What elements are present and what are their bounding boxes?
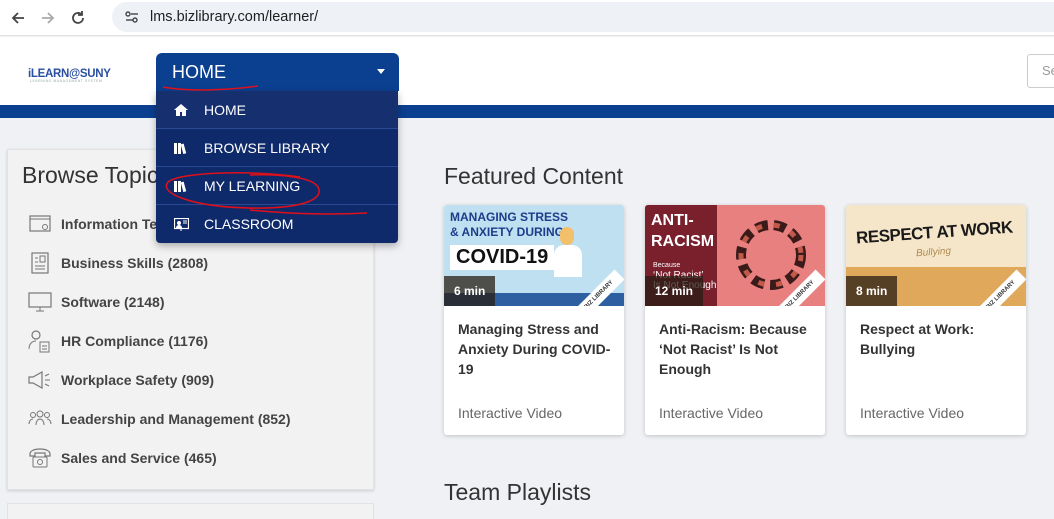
thumb-text: ANTI- (651, 212, 694, 229)
menu-item-label: MY LEARNING (204, 177, 301, 194)
books-icon (173, 141, 189, 155)
menu-item-browse-library[interactable]: BROWSE LIBRARY (156, 129, 398, 167)
main-nav-dropdown[interactable]: HOME (156, 53, 399, 91)
menu-item-classroom[interactable]: CLASSROOM (156, 205, 398, 243)
url-text: lms.bizlibrary.com/learner/ (150, 9, 319, 25)
thumb-text: Bullying (915, 245, 952, 260)
site-info-icon[interactable] (122, 7, 142, 27)
document-icon (28, 251, 52, 275)
person-illustration (554, 245, 582, 277)
thumb-text: & ANXIETY DURING (450, 225, 565, 239)
menu-item-label: CLASSROOM (204, 216, 294, 232)
logo-subtitle: LEARNING MANAGEMENT SYSTEM (30, 79, 103, 83)
thumb-text: RESPECT AT WORK (855, 217, 1014, 248)
card-title[interactable]: Anti-Racism: Because ‘Not Racist’ Is Not… (659, 319, 817, 379)
card-thumbnail: ANTI- RACISM Because ‘Not Racist’ Is Not… (645, 205, 825, 306)
presentation-icon (173, 217, 189, 231)
back-button[interactable] (6, 6, 30, 30)
menu-item-label: BROWSE LIBRARY (204, 139, 330, 156)
browse-topics-title: Browse Topics (22, 162, 170, 188)
caret-down-icon (377, 69, 385, 74)
dropdown-label: HOME (172, 61, 226, 82)
topic-label: HR Compliance (1176) (61, 333, 209, 349)
address-bar[interactable]: lms.bizlibrary.com/learner/ (112, 2, 1054, 32)
content-card[interactable]: ANTI- RACISM Because ‘Not Racist’ Is Not… (645, 205, 825, 435)
thumb-text: COVID-19 (450, 245, 555, 270)
topic-sales-service[interactable]: Sales and Service (465) (28, 445, 217, 471)
thumb-text: MANAGING STRESS (450, 210, 569, 224)
monitor-icon (28, 290, 52, 314)
card-title[interactable]: Respect at Work: Bullying (860, 319, 1018, 359)
topic-leadership-management[interactable]: Leadership and Management (852) (28, 406, 291, 432)
topic-business-skills[interactable]: Business Skills (2808) (28, 250, 208, 276)
topic-hr-compliance[interactable]: HR Compliance (1176) (28, 328, 208, 354)
card-title[interactable]: Managing Stress and Anxiety During COVID… (458, 319, 616, 379)
card-type: Interactive Video (458, 405, 563, 421)
menu-item-label: HOME (204, 101, 246, 118)
reload-icon (72, 10, 84, 24)
topic-label: Sales and Service (465) (61, 450, 217, 466)
books-icon (173, 179, 189, 193)
people-icon (28, 407, 52, 431)
thumb-text: RACISM (651, 233, 715, 250)
topic-label: Business Skills (2808) (61, 255, 209, 271)
card-type: Interactive Video (860, 405, 965, 421)
card-type: Interactive Video (659, 405, 764, 421)
reload-button[interactable] (66, 6, 90, 30)
search-input[interactable]: Se (1027, 54, 1054, 88)
telephone-icon (28, 446, 52, 470)
card-thumbnail: RESPECT AT WORK Bullying BIZ LIBRARY 8 m… (846, 205, 1026, 306)
nav-dropdown-menu: HOME BROWSE LIBRARY MY LEARNING CLASSROO… (156, 91, 398, 243)
duration-badge: 8 min (846, 276, 898, 306)
featured-content-title: Featured Content (444, 163, 624, 189)
megaphone-icon (28, 368, 52, 392)
menu-item-home[interactable]: HOME (156, 91, 398, 129)
duration-badge: 6 min (444, 276, 496, 306)
forward-arrow-icon (42, 11, 55, 24)
duration-badge: 12 min (645, 276, 704, 306)
site-logo[interactable]: iLEARN@SUNY LEARNING MANAGEMENT SYSTEM (28, 64, 111, 86)
team-playlists-title: Team Playlists (444, 479, 591, 505)
topic-workplace-safety[interactable]: Workplace Safety (909) (28, 367, 214, 393)
card-thumbnail: MANAGING STRESS & ANXIETY DURING COVID-1… (444, 205, 624, 306)
browser-toolbar: lms.bizlibrary.com/learner/ (0, 0, 1054, 36)
person-clipboard-icon (28, 329, 52, 353)
home-icon (173, 103, 189, 117)
topic-label: Software (2148) (61, 294, 165, 310)
menu-item-my-learning[interactable]: MY LEARNING (156, 167, 398, 205)
content-card[interactable]: RESPECT AT WORK Bullying BIZ LIBRARY 8 m… (846, 205, 1026, 435)
content-card[interactable]: MANAGING STRESS & ANXIETY DURING COVID-1… (444, 205, 624, 435)
back-arrow-icon (11, 11, 24, 24)
secondary-panel (7, 503, 374, 519)
topic-software[interactable]: Software (2148) (28, 289, 164, 315)
forward-button[interactable] (36, 6, 60, 30)
computer-window-icon (28, 212, 52, 236)
topic-label: Workplace Safety (909) (61, 372, 215, 388)
topic-label: Leadership and Management (852) (61, 411, 291, 427)
